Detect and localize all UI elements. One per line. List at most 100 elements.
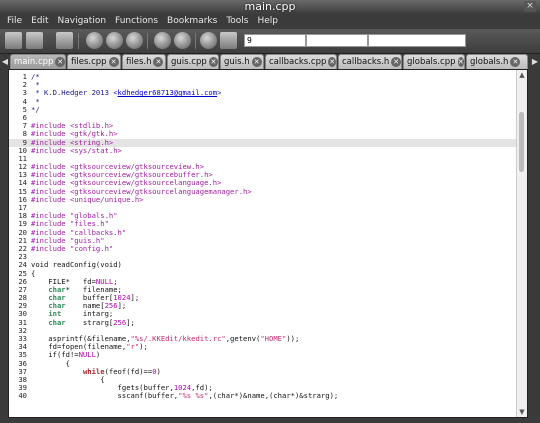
code-lines: 1/* 2 * 3 * K.D.Hedger 2013 <kdhedger68713… bbox=[9, 72, 523, 401]
menu-file[interactable]: File bbox=[4, 14, 28, 29]
code-token: > bbox=[217, 88, 222, 98]
code-token: kdhedger68713@gmail.com bbox=[117, 88, 218, 98]
code-line[interactable]: 35 if(fd!=NULL) bbox=[9, 351, 523, 359]
tab-label: guis.cpp bbox=[171, 57, 207, 67]
line-number: 6 bbox=[22, 112, 27, 122]
code-token: ,(char*)&name,(char*)&strarg); bbox=[208, 391, 339, 401]
code-token: ]; bbox=[117, 301, 127, 311]
status-bar bbox=[0, 418, 540, 423]
tab-scroll-left-icon[interactable]: ◀ bbox=[0, 54, 10, 69]
code-token: void readConfig(void) bbox=[31, 260, 122, 270]
tab-bar: ◀ main.cpp ✕ files.cpp ✕ files.h ✕ guis.cpp… bbox=[0, 54, 540, 69]
code-token: 256 bbox=[113, 317, 127, 327]
window-controls: × bbox=[524, 1, 536, 12]
scroll-up-icon[interactable]: ▲ bbox=[517, 70, 527, 80]
scroll-down-icon[interactable]: ▼ bbox=[517, 407, 527, 417]
line-number: 8 bbox=[22, 129, 27, 139]
line-number: 1 bbox=[22, 72, 27, 81]
tab-label: callbacks.h bbox=[342, 57, 390, 67]
code-token: )); bbox=[286, 334, 300, 343]
menu-help[interactable]: Help bbox=[255, 14, 285, 29]
goto-line-input[interactable]: 9 bbox=[244, 34, 306, 47]
tab-label: callbacks.cpp bbox=[269, 57, 327, 67]
tab-callbacks-h[interactable]: callbacks.h ✕ bbox=[338, 54, 402, 69]
close-tab-icon[interactable]: ✕ bbox=[208, 57, 218, 67]
close-tab-icon[interactable]: ✕ bbox=[153, 57, 164, 67]
menu-tools[interactable]: Tools bbox=[223, 14, 254, 29]
goto-definition-icon[interactable] bbox=[220, 32, 237, 49]
code-editor[interactable]: 1/* 2 * 3 * K.D.Hedger 2013 <kdhedger68713… bbox=[8, 69, 528, 418]
toolbar-separator bbox=[78, 33, 79, 49]
close-tab-icon[interactable]: ✕ bbox=[55, 57, 65, 67]
tab-label: globals.h bbox=[470, 57, 509, 67]
close-tab-icon[interactable]: ✕ bbox=[328, 57, 336, 67]
line-number: 40 bbox=[18, 391, 27, 401]
toolbar-separator bbox=[195, 33, 196, 49]
code-token: "%s %s" bbox=[178, 391, 209, 401]
code-token: strarg[ bbox=[65, 317, 114, 327]
find-definition-input[interactable] bbox=[306, 34, 368, 47]
menu-bookmarks[interactable]: Bookmarks bbox=[164, 14, 223, 29]
tab-main-cpp[interactable]: main.cpp ✕ bbox=[10, 54, 66, 69]
code-line[interactable]: 10 #include <sys/stat.h> bbox=[9, 145, 523, 155]
cut-icon[interactable] bbox=[86, 32, 103, 49]
code-line[interactable]: 40 sscanf(buffer,"%s %s",(char*)&name,(c… bbox=[9, 392, 523, 400]
search-input[interactable] bbox=[368, 34, 466, 47]
save-file-icon[interactable] bbox=[56, 32, 73, 49]
code-token: ) bbox=[156, 366, 161, 376]
title-bar: main.cpp × bbox=[0, 0, 540, 14]
code-token: sscanf(buffer, bbox=[31, 391, 179, 401]
paste-icon[interactable] bbox=[126, 32, 143, 49]
code-line[interactable]: 3 * K.D.Hedger 2013 <kdhedger68713@gmail… bbox=[9, 89, 523, 97]
code-line[interactable]: 5 */ bbox=[9, 104, 523, 114]
close-tab-icon[interactable]: ✕ bbox=[457, 57, 464, 67]
code-line[interactable]: 1/* bbox=[9, 72, 523, 81]
tab-files-h[interactable]: files.h ✕ bbox=[122, 54, 166, 69]
tab-guis-h[interactable]: guis.h ✕ bbox=[220, 54, 264, 69]
close-tab-icon[interactable]: ✕ bbox=[510, 57, 521, 67]
code-line[interactable]: 4 * bbox=[9, 96, 523, 106]
toolbar-separator bbox=[147, 33, 148, 49]
redo-icon[interactable] bbox=[174, 32, 191, 49]
tab-guis-cpp[interactable]: guis.cpp ✕ bbox=[167, 54, 219, 69]
tab-label: files.h bbox=[126, 57, 152, 67]
copy-icon[interactable] bbox=[106, 32, 123, 49]
code-token: ]; bbox=[126, 317, 135, 327]
code-token: #include <sys/stat.h> bbox=[31, 145, 122, 155]
close-tab-icon[interactable]: ✕ bbox=[108, 57, 119, 67]
menu-navigation[interactable]: Navigation bbox=[55, 14, 113, 29]
close-tab-icon[interactable]: ✕ bbox=[391, 57, 401, 67]
tab-files-cpp[interactable]: files.cpp ✕ bbox=[67, 54, 121, 69]
undo-icon[interactable] bbox=[154, 32, 171, 49]
code-line[interactable]: 16 #include <unique/unique.h> bbox=[9, 194, 523, 204]
menu-edit[interactable]: Edit bbox=[28, 14, 54, 29]
open-file-icon[interactable] bbox=[26, 32, 43, 49]
close-window-button[interactable]: × bbox=[524, 1, 536, 12]
tab-callbacks-cpp[interactable]: callbacks.cpp ✕ bbox=[265, 54, 337, 69]
vertical-scrollbar[interactable]: ▲ ▼ bbox=[516, 70, 527, 417]
code-token: * K.D.Hedger 2013 < bbox=[31, 88, 118, 98]
tab-label: main.cpp bbox=[14, 57, 54, 67]
tab-label: globals.cpp bbox=[407, 57, 456, 67]
line-number: 2 bbox=[22, 80, 27, 90]
scrollbar-thumb[interactable] bbox=[519, 112, 524, 172]
code-token: NULL bbox=[78, 350, 96, 360]
code-line[interactable]: 31 char strarg[256]; bbox=[9, 317, 523, 327]
code-line[interactable]: 24 void readConfig(void) bbox=[9, 261, 523, 269]
tab-globals-h[interactable]: globals.h ✕ bbox=[466, 54, 528, 69]
code-token: ,getenv( bbox=[225, 334, 261, 343]
window-title: main.cpp bbox=[244, 0, 296, 13]
code-line[interactable]: 22 #include "config.h" bbox=[9, 244, 523, 253]
find-icon[interactable] bbox=[200, 32, 217, 49]
menu-functions[interactable]: Functions bbox=[112, 14, 164, 29]
code-token: ]; bbox=[130, 293, 140, 303]
line-number: 5 bbox=[22, 104, 27, 114]
close-tab-icon[interactable]: ✕ bbox=[251, 57, 262, 67]
tab-scroll-right-icon[interactable]: ▶ bbox=[530, 54, 540, 69]
code-token: #include <unique/unique.h> bbox=[31, 194, 144, 204]
line-number: 4 bbox=[22, 96, 27, 106]
code-token: (feof(fd)== bbox=[104, 366, 153, 376]
new-file-icon[interactable] bbox=[5, 32, 22, 49]
tab-globals-cpp[interactable]: globals.cpp ✕ bbox=[403, 54, 465, 69]
